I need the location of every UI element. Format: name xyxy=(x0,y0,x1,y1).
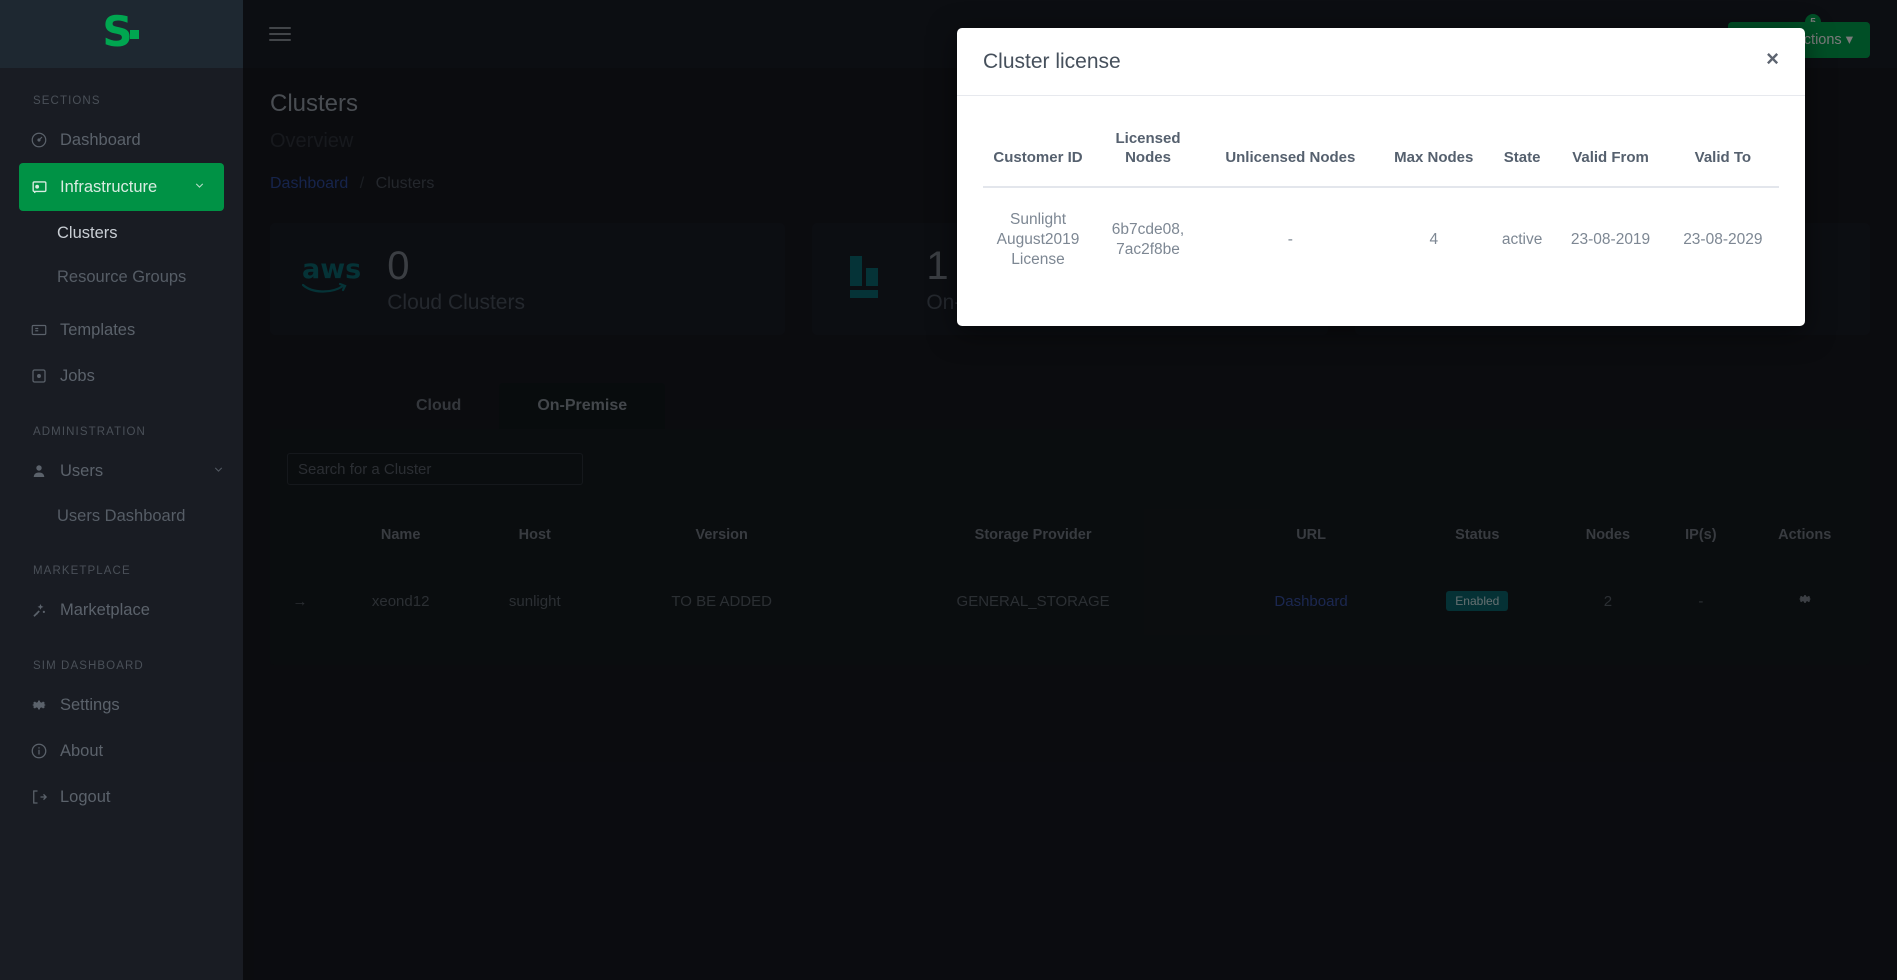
cell-customer-id: Sunlight August2019 License xyxy=(996,210,1080,268)
cluster-license-modal: Cluster license × Customer ID Licensed N… xyxy=(957,28,1805,326)
cell-max-nodes: 4 xyxy=(1429,230,1439,248)
sidebar-subitem-label: Users Dashboard xyxy=(57,506,186,525)
close-icon[interactable]: × xyxy=(1766,48,1779,70)
sidebar-item-settings[interactable]: Settings xyxy=(0,682,243,728)
modal-title: Cluster license xyxy=(983,50,1121,73)
sidebar-group-label-marketplace: MARKETPLACE xyxy=(33,565,131,577)
col-state: State xyxy=(1489,122,1555,188)
col-valid-from: Valid From xyxy=(1554,122,1667,188)
sidebar-item-label: Templates xyxy=(60,320,136,339)
logo-dot xyxy=(129,29,139,39)
jobs-icon xyxy=(29,366,49,386)
cell-licensed-nodes: 6b7cde08, 7ac2f8be xyxy=(1111,220,1185,258)
sidebar-group-label-sections: SECTIONS xyxy=(33,95,101,107)
col-valid-to: Valid To xyxy=(1666,122,1779,188)
cell-valid-from: 23-08-2019 xyxy=(1570,230,1651,248)
sidebar-item-marketplace[interactable]: Marketplace xyxy=(0,587,243,633)
chevron-down-icon xyxy=(193,178,206,197)
wand-icon xyxy=(29,600,49,620)
license-table-row: Sunlight August2019 License 6b7cde08, 7a… xyxy=(983,187,1779,292)
sidebar-item-jobs[interactable]: Jobs xyxy=(0,353,243,399)
modal-body: Customer ID Licensed Nodes Unlicensed No… xyxy=(957,96,1805,326)
sidebar-item-about[interactable]: About xyxy=(0,728,243,774)
sidebar-item-users[interactable]: Users xyxy=(0,448,243,494)
sidebar: S SECTIONS Dashboard Infrastructure Clus… xyxy=(0,0,243,980)
infrastructure-icon xyxy=(29,177,49,197)
info-icon xyxy=(29,741,49,761)
cell-unlicensed-nodes: - xyxy=(1287,230,1293,248)
user-icon xyxy=(29,461,49,481)
col-max-nodes: Max Nodes xyxy=(1377,122,1490,188)
sidebar-item-label: Users xyxy=(60,461,104,480)
sidebar-item-templates[interactable]: Templates xyxy=(0,307,243,353)
sidebar-subitem-label: Clusters xyxy=(57,223,118,242)
modal-header: Cluster license × xyxy=(957,28,1805,96)
sidebar-item-infrastructure[interactable]: Infrastructure xyxy=(19,163,224,211)
gauge-icon xyxy=(29,130,49,150)
sidebar-item-users-dashboard[interactable]: Users Dashboard xyxy=(0,494,243,538)
chevron-down-icon xyxy=(212,462,225,481)
sidebar-group-label-sim-dashboard: SIM DASHBOARD xyxy=(33,660,144,672)
sidebar-item-dashboard[interactable]: Dashboard xyxy=(0,117,243,163)
sidebar-subitem-label: Resource Groups xyxy=(57,267,187,286)
sidebar-item-label: Settings xyxy=(60,695,120,714)
sidebar-group-label-administration: ADMINISTRATION xyxy=(33,426,146,438)
sidebar-item-logout[interactable]: Logout xyxy=(0,774,243,820)
license-table: Customer ID Licensed Nodes Unlicensed No… xyxy=(983,122,1779,292)
sidebar-item-label: Logout xyxy=(60,787,111,806)
sidebar-item-resource-groups[interactable]: Resource Groups xyxy=(0,255,243,299)
sidebar-item-clusters[interactable]: Clusters xyxy=(0,211,243,255)
col-unlicensed-nodes: Unlicensed Nodes xyxy=(1203,122,1378,188)
gear-icon xyxy=(29,695,49,715)
cell-valid-to: 23-08-2029 xyxy=(1683,230,1763,248)
sidebar-item-label: Dashboard xyxy=(60,130,141,149)
cell-state: active xyxy=(1501,230,1543,248)
col-licensed-nodes: Licensed Nodes xyxy=(1093,122,1203,188)
license-table-header-row: Customer ID Licensed Nodes Unlicensed No… xyxy=(983,122,1779,188)
template-icon xyxy=(29,320,49,340)
sidebar-item-label: Infrastructure xyxy=(60,177,158,196)
sidebar-item-label: Jobs xyxy=(60,366,95,385)
col-customer-id: Customer ID xyxy=(983,122,1093,188)
sidebar-item-label: Marketplace xyxy=(60,600,150,619)
main-area: 5 Cluster Actions ▾ Clusters Overview Da… xyxy=(243,0,1897,980)
logout-icon xyxy=(29,787,49,807)
sidebar-item-label: About xyxy=(60,741,104,760)
logo-letter: S xyxy=(102,7,132,56)
app-logo[interactable]: S xyxy=(0,0,243,68)
